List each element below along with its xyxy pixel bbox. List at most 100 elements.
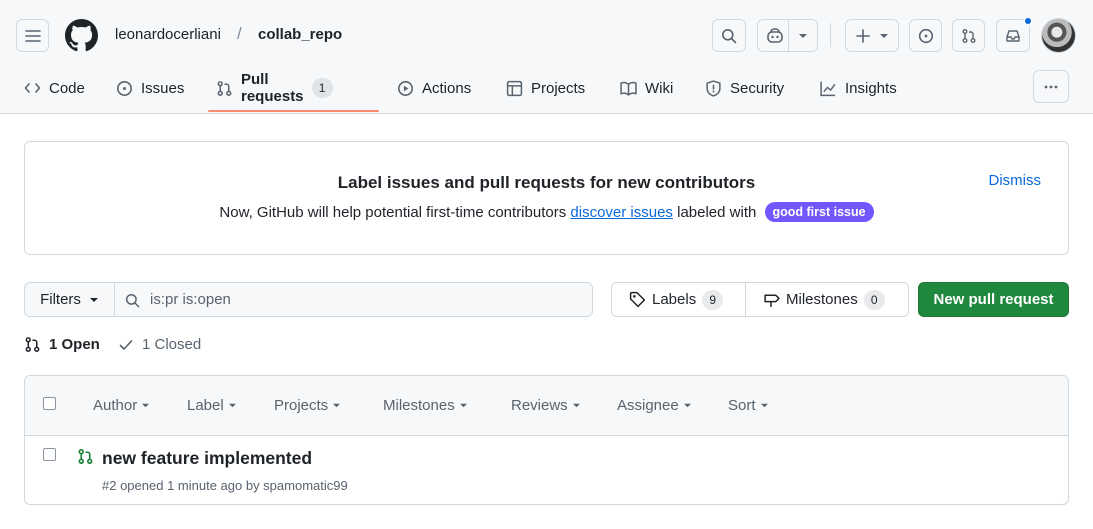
breadcrumb-owner[interactable]: leonardocerliani: [115, 26, 221, 43]
git-pull-request-icon: [217, 80, 232, 96]
reviews-filter[interactable]: Reviews: [511, 397, 581, 414]
milestones-button[interactable]: Milestones 0: [745, 283, 908, 316]
tab-pull-requests[interactable]: Pull requests 1: [216, 68, 333, 108]
select-all-checkbox[interactable]: [43, 397, 56, 410]
closed-count-label: 1 Closed: [142, 336, 202, 353]
milestones-filter[interactable]: Milestones: [383, 397, 468, 414]
filters-button[interactable]: Filters: [24, 282, 115, 317]
more-tabs-button[interactable]: [1033, 70, 1069, 103]
assignee-filter[interactable]: Assignee: [617, 397, 692, 414]
good-first-issue-label[interactable]: good first issue: [764, 202, 874, 222]
filter-label: Sort: [728, 397, 756, 414]
copilot-icon: [767, 27, 783, 43]
filter-label: Milestones: [383, 397, 455, 414]
banner-text: Now, GitHub will help potential first-ti…: [25, 202, 1068, 222]
git-pull-request-icon: [962, 28, 975, 43]
filters-label: Filters: [40, 291, 81, 308]
play-icon: [398, 80, 413, 96]
labels-count: 9: [702, 289, 724, 310]
tag-icon: [629, 291, 646, 308]
labels-label: Labels: [652, 291, 697, 308]
pull-requests-count: 1: [311, 78, 333, 98]
projects-filter[interactable]: Projects: [274, 397, 341, 414]
triangle-down-icon: [228, 403, 236, 408]
issue-opened-icon: [117, 80, 132, 96]
search-button[interactable]: [712, 19, 746, 52]
search-input[interactable]: [150, 283, 580, 316]
tab-label: Wiki: [645, 79, 674, 97]
tab-label: Actions: [422, 79, 472, 97]
tab-label: Code: [49, 79, 85, 97]
tab-actions[interactable]: Actions: [397, 68, 471, 108]
dismiss-button[interactable]: Dismiss: [989, 172, 1042, 189]
inbox-icon: [1006, 29, 1020, 42]
triangle-down-icon: [683, 403, 691, 408]
header-divider: [830, 23, 831, 47]
tab-projects[interactable]: Projects: [506, 68, 585, 108]
banner-text-after: labeled with: [677, 204, 757, 221]
triangle-down-icon: [89, 297, 98, 302]
pr-select-checkbox[interactable]: [43, 448, 56, 461]
github-logo-icon[interactable]: [65, 19, 98, 52]
open-count-label: 1 Open: [49, 336, 100, 353]
repo-header: leonardocerliani / collab_repo Code Issu…: [0, 0, 1093, 114]
notification-indicator: [1023, 16, 1033, 26]
git-pull-request-icon: [25, 337, 40, 352]
tab-label: Insights: [845, 79, 897, 97]
pr-meta: #2 opened 1 minute ago by spamomatic99: [102, 478, 348, 493]
milestones-count: 0: [863, 289, 885, 310]
check-icon: [119, 339, 133, 350]
code-icon: [24, 83, 41, 93]
tab-wiki[interactable]: Wiki: [620, 68, 673, 108]
tab-label: Pull requests: [241, 71, 304, 105]
triangle-down-icon: [333, 403, 341, 408]
milestone-icon: [764, 294, 780, 307]
filter-label: Assignee: [617, 397, 679, 414]
plus-icon: [856, 28, 870, 43]
git-pull-request-open-icon: [78, 449, 93, 464]
sort-filter[interactable]: Sort: [728, 397, 769, 414]
shield-icon: [706, 79, 721, 97]
label-filter[interactable]: Label: [187, 397, 237, 414]
filter-label: Projects: [274, 397, 329, 414]
tab-insights[interactable]: Insights: [819, 68, 897, 108]
triangle-down-icon[interactable]: [798, 32, 808, 40]
new-pull-request-button[interactable]: New pull request: [918, 282, 1069, 317]
discover-issues-link[interactable]: discover issues: [570, 204, 673, 221]
open-state-toggle[interactable]: 1 Open: [24, 336, 100, 353]
tab-label: Projects: [531, 79, 586, 97]
issues-header-button[interactable]: [909, 19, 942, 52]
search-icon: [722, 28, 737, 43]
triangle-down-icon: [572, 403, 580, 408]
filter-label: Label: [187, 397, 224, 414]
labels-milestones-group: Labels 9 Milestones 0: [611, 282, 909, 317]
labels-button[interactable]: Labels 9: [612, 283, 745, 316]
kebab-horizontal-icon: [1044, 85, 1058, 88]
tab-code[interactable]: Code: [24, 68, 85, 108]
pull-requests-header-button[interactable]: [952, 19, 985, 52]
author-filter[interactable]: Author: [93, 397, 150, 414]
pr-title-link[interactable]: new feature implemented: [102, 448, 312, 469]
table-icon: [506, 80, 523, 96]
breadcrumb-repo[interactable]: collab_repo: [258, 26, 342, 43]
closed-state-toggle[interactable]: 1 Closed: [118, 336, 201, 353]
filter-label: Author: [93, 397, 138, 414]
banner-text-before: Now, GitHub will help potential first-ti…: [219, 204, 567, 221]
issue-opened-icon: [918, 28, 933, 43]
create-new-button[interactable]: [845, 19, 899, 52]
user-avatar[interactable]: [1041, 18, 1076, 53]
menu-button[interactable]: [16, 19, 49, 52]
contributors-banner: Label issues and pull requests for new c…: [24, 141, 1069, 255]
book-icon: [620, 81, 637, 96]
milestones-label: Milestones: [786, 291, 858, 308]
active-tab-indicator: [208, 110, 379, 112]
tab-security[interactable]: Security: [705, 68, 784, 108]
triangle-down-icon: [760, 403, 768, 408]
tab-issues[interactable]: Issues: [116, 68, 184, 108]
copilot-divider: [788, 20, 789, 51]
list-header: Author Label Projects Milestones Reviews…: [25, 376, 1068, 436]
search-icon: [125, 293, 140, 308]
copilot-button[interactable]: [757, 19, 818, 52]
banner-title: Label issues and pull requests for new c…: [337, 173, 756, 192]
search-box[interactable]: [114, 282, 593, 317]
